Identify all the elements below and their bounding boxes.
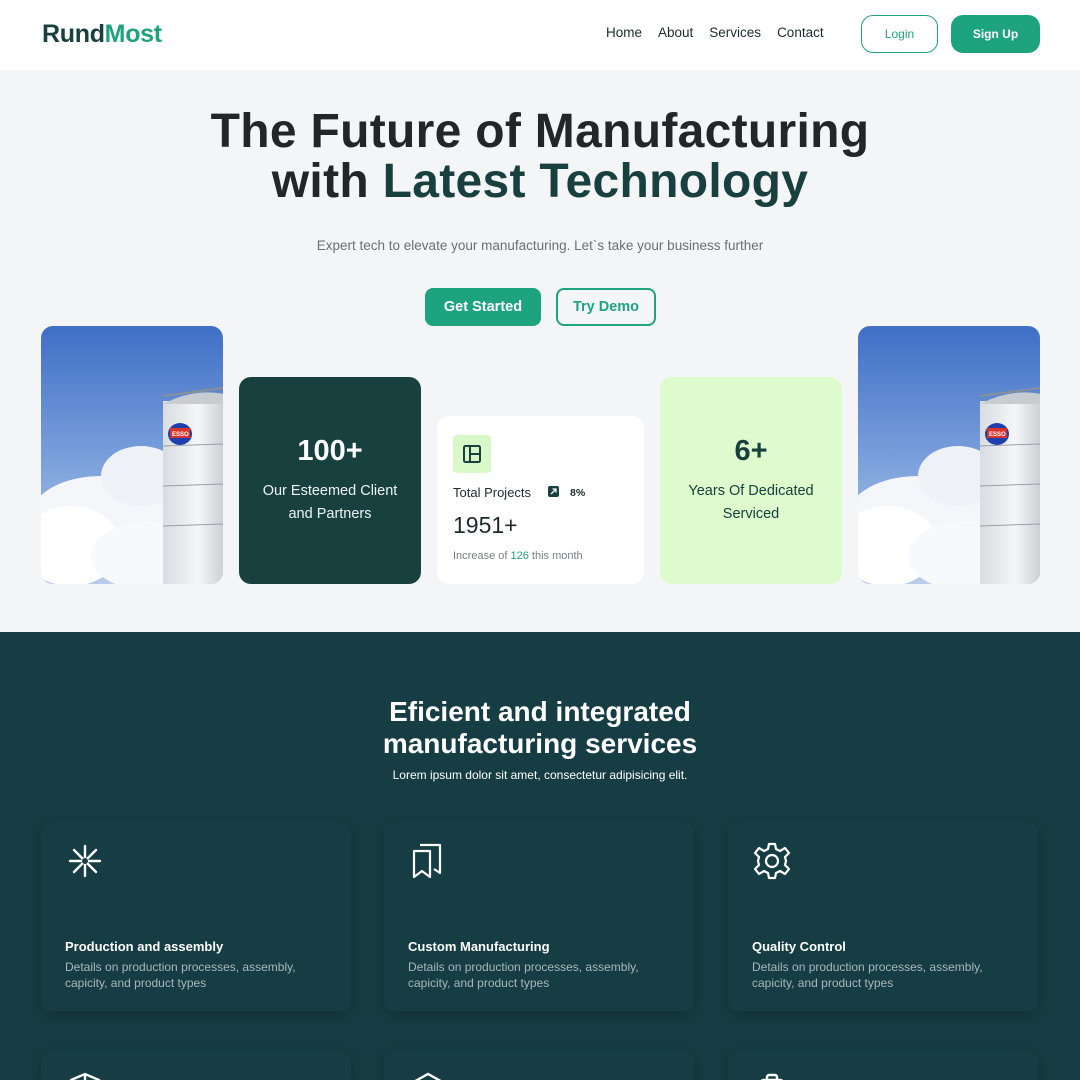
service-desc: Details on production processes, assembl… — [408, 960, 639, 990]
logo-text-primary: Rund — [42, 20, 105, 48]
clients-stat-card: 100+ Our Esteemed Client and Partners — [239, 377, 421, 584]
bookmarks-icon — [408, 841, 448, 881]
clients-label: Our Esteemed Client and Partners — [262, 483, 398, 522]
service-card-production[interactable]: Production and assembly Details on produ… — [41, 821, 351, 1011]
service-desc: Details on production processes, assembl… — [752, 960, 983, 990]
projects-stat-card: Total Projects 8% 1951+ Increase of 126 … — [437, 416, 644, 584]
clients-number: 100+ — [297, 435, 363, 467]
hero-section: The Future of Manufacturing with Latest … — [0, 70, 1080, 632]
projects-increase-prefix: Increase of — [453, 550, 511, 562]
svg-text:ESSO: ESSO — [172, 432, 189, 438]
sparkle-icon — [65, 841, 105, 881]
projects-number: 1951+ — [453, 512, 518, 538]
nav-link-contact[interactable]: Contact — [777, 25, 824, 40]
service-title: Production and assembly — [65, 939, 224, 954]
services-title-line2: manufacturing services — [382, 728, 698, 759]
services-subtitle: Lorem ipsum dolor sit amet, consectetur … — [392, 768, 688, 782]
box-icon — [408, 1062, 448, 1080]
services-section: Eficient and integrated manufacturing se… — [0, 632, 1080, 1080]
years-label: Years Of Dedicated Serviced — [688, 483, 814, 522]
service-card-4[interactable] — [41, 1050, 351, 1080]
services-title-line1: Eficient and integrated — [389, 696, 691, 727]
hero-title-line1: The Future of Manufacturing — [210, 105, 870, 158]
hero-title: The Future of Manufacturing with Latest … — [0, 107, 1080, 207]
nav-link-home[interactable]: Home — [606, 25, 642, 40]
service-card-custom[interactable]: Custom Manufacturing Details on producti… — [384, 821, 694, 1011]
arrow-up-right-icon — [548, 486, 559, 497]
service-title: Quality Control — [752, 939, 846, 954]
projects-percent: 8% — [570, 487, 586, 499]
service-desc: Details on production processes, assembl… — [65, 960, 296, 990]
projects-increase: Increase of 126 this month — [453, 550, 583, 562]
clipboard-icon — [752, 1062, 792, 1080]
years-number: 6+ — [734, 435, 768, 467]
projects-increase-suffix: this month — [528, 550, 583, 562]
logo[interactable]: RundMost — [42, 20, 162, 49]
login-button[interactable]: Login — [861, 15, 938, 53]
nav-link-services[interactable]: Services — [709, 25, 761, 40]
svg-text:ESSO: ESSO — [989, 432, 1006, 438]
hero-title-line2-prefix: with — [271, 155, 383, 208]
projects-increase-value: 126 — [510, 550, 529, 562]
gear-icon — [752, 841, 792, 881]
years-stat-card: 6+ Years Of Dedicated Serviced — [660, 377, 842, 584]
nav-link-about[interactable]: About — [658, 25, 693, 40]
logo-text-accent: Most — [104, 20, 162, 48]
service-title: Custom Manufacturing — [408, 939, 550, 954]
hero-subtitle: Expert tech to elevate your manufacturin… — [316, 238, 764, 253]
layout-icon — [453, 435, 491, 473]
try-demo-button[interactable]: Try Demo — [556, 288, 656, 326]
projects-label: Total Projects — [453, 485, 532, 500]
signup-button[interactable]: Sign Up — [951, 15, 1040, 53]
services-title: Eficient and integrated manufacturing se… — [0, 696, 1080, 760]
service-card-5[interactable] — [384, 1050, 694, 1080]
factory-silo-image-left: ESSO — [41, 326, 223, 584]
nav-links: Home About Services Contact — [606, 25, 824, 40]
service-card-quality[interactable]: Quality Control Details on production pr… — [728, 821, 1038, 1011]
hero-title-highlight: Latest Technology — [382, 155, 809, 208]
navbar: RundMost Home About Services Contact Log… — [0, 0, 1080, 70]
service-card-6[interactable] — [728, 1050, 1038, 1080]
factory-silo-image-right: ESSO — [858, 326, 1040, 584]
shield-icon — [65, 1062, 105, 1080]
get-started-button[interactable]: Get Started — [425, 288, 541, 326]
